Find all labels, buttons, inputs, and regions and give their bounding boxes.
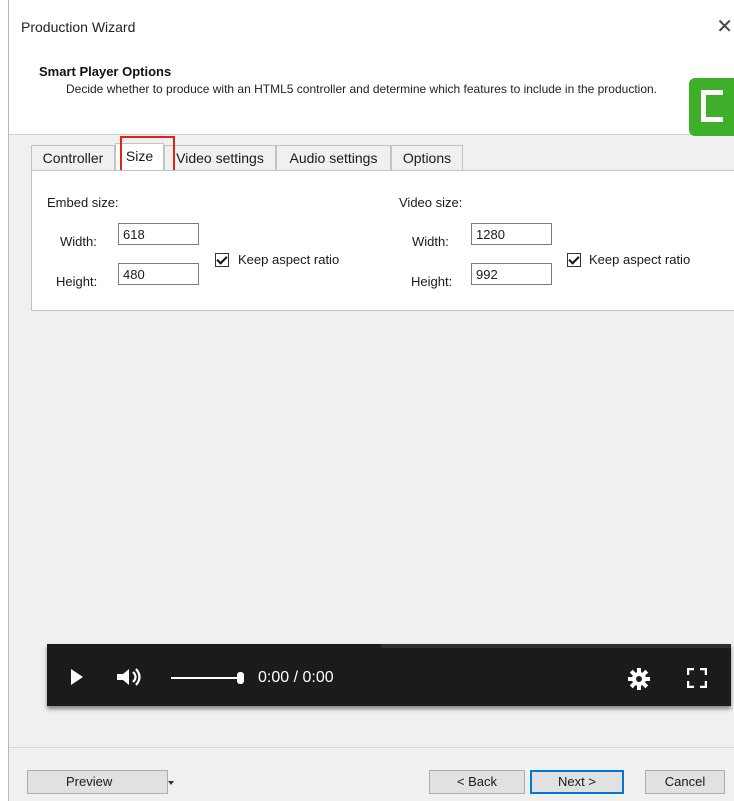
video-height-input[interactable] <box>471 263 552 285</box>
video-height-label: Height: <box>411 274 453 289</box>
page-description: Decide whether to produce with an HTML5 … <box>66 82 657 96</box>
volume-slider-thumb[interactable] <box>237 672 244 684</box>
next-button[interactable]: Next > <box>530 770 624 794</box>
time-display: 0:00 / 0:00 <box>258 669 334 686</box>
embed-height-input[interactable] <box>118 263 199 285</box>
tab-size[interactable]: Size <box>115 143 164 170</box>
cancel-button[interactable]: Cancel <box>645 770 725 794</box>
back-button[interactable]: < Back <box>429 770 525 794</box>
video-keep-aspect-checkbox[interactable] <box>567 253 581 267</box>
embed-size-label: Embed size: <box>47 195 119 210</box>
production-wizard-window: Production Wizard ✕ Smart Player Options… <box>8 0 734 801</box>
tab-audio-settings[interactable]: Audio settings <box>276 145 391 170</box>
tab-video-settings[interactable]: Video settings <box>164 145 276 170</box>
progress-buffered <box>47 644 381 648</box>
fullscreen-icon[interactable] <box>687 668 707 688</box>
video-size-label: Video size: <box>399 195 463 210</box>
footer-divider <box>9 747 734 748</box>
embed-width-input[interactable] <box>118 223 199 245</box>
wizard-header: Smart Player Options Decide whether to p… <box>9 48 734 136</box>
video-width-input[interactable] <box>471 223 552 245</box>
embed-width-label: Width: <box>60 234 97 249</box>
embed-keep-aspect-checkbox[interactable] <box>215 253 229 267</box>
embed-keep-aspect-label: Keep aspect ratio <box>238 252 340 267</box>
smart-player-controls: 0:00 / 0:00 <box>47 644 731 706</box>
video-width-label: Width: <box>412 234 449 249</box>
page-title: Smart Player Options <box>39 64 172 79</box>
window-title: Production Wizard <box>21 19 136 35</box>
play-icon[interactable] <box>71 669 83 685</box>
volume-slider-track[interactable] <box>171 677 239 679</box>
preview-button[interactable]: Preview <box>27 770 174 794</box>
title-bar: Production Wizard ✕ <box>9 0 734 48</box>
close-icon[interactable]: ✕ <box>716 14 733 39</box>
chevron-down-icon[interactable] <box>168 781 174 785</box>
tab-controller[interactable]: Controller <box>31 145 115 170</box>
size-panel: Embed size: Width: Height: Keep aspect r… <box>31 170 734 311</box>
embed-height-label: Height: <box>56 274 98 289</box>
tab-options[interactable]: Options <box>391 145 463 170</box>
preview-button-label: Preview <box>66 774 113 789</box>
volume-icon[interactable] <box>115 666 145 688</box>
video-keep-aspect-label: Keep aspect ratio <box>589 252 691 267</box>
camtasia-logo-icon <box>689 78 734 136</box>
gear-icon[interactable] <box>627 667 651 691</box>
